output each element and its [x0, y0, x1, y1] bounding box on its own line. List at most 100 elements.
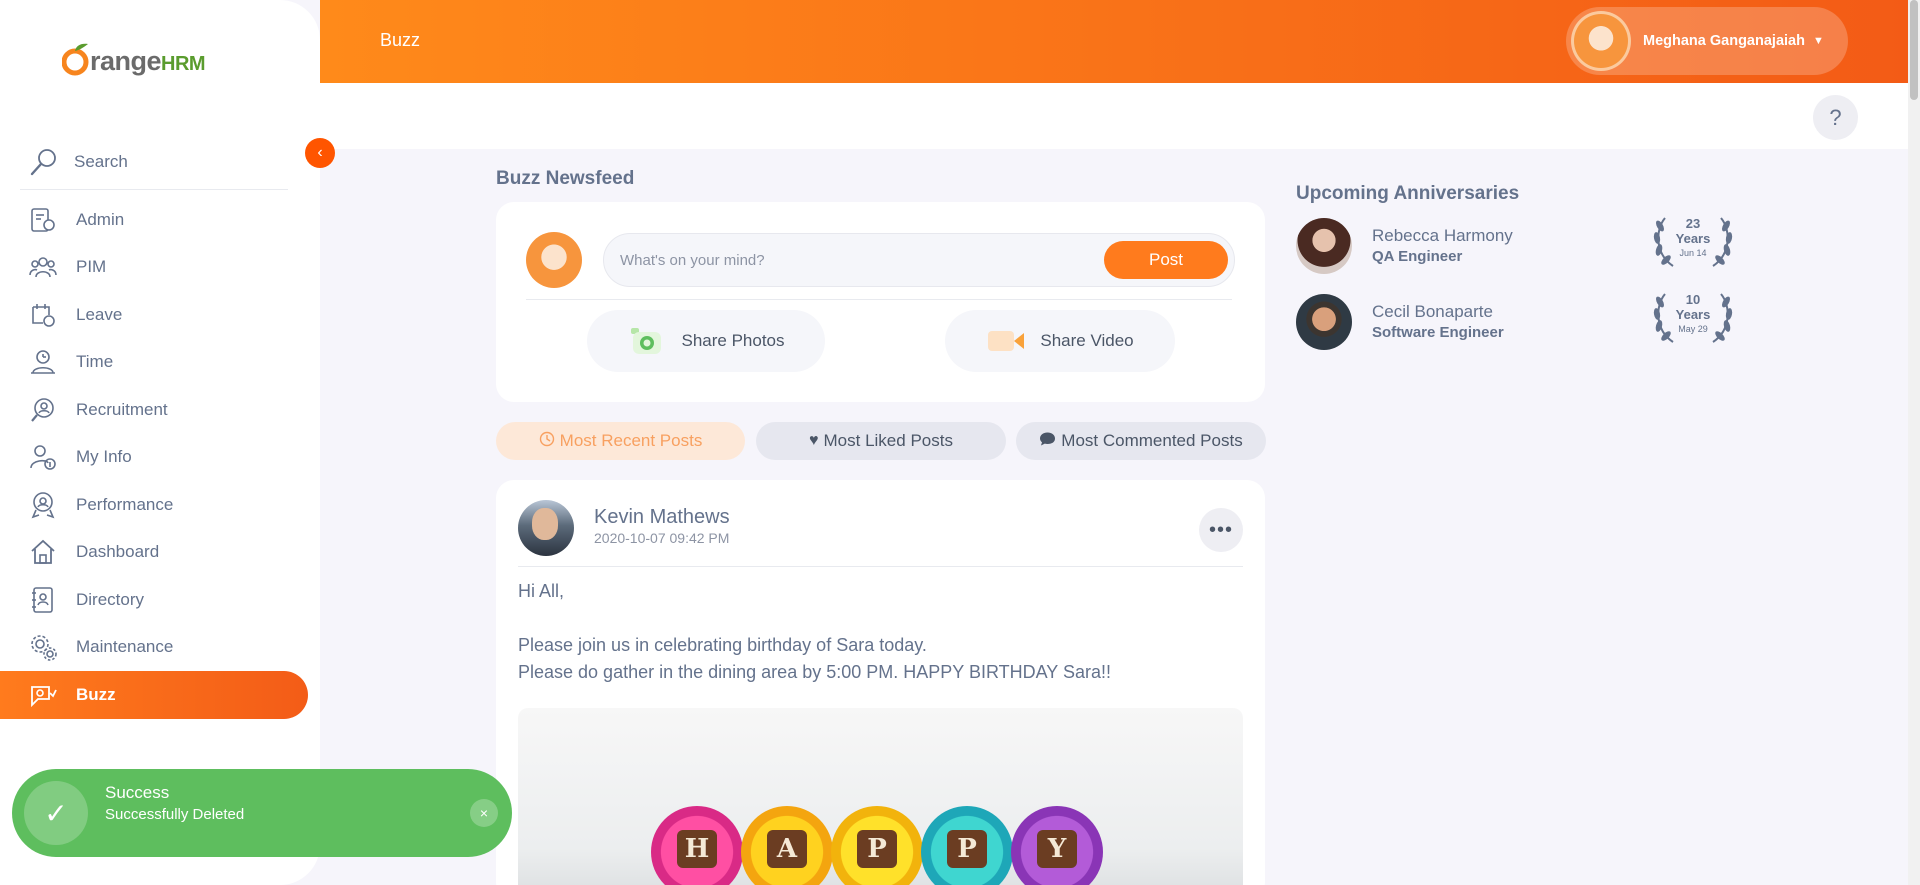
orangehrm-logo[interactable]: rangeHRM	[62, 40, 212, 84]
tab-label: Most Recent Posts	[559, 431, 703, 450]
toast-message: Successfully Deleted	[105, 806, 245, 823]
anniversary-name: Cecil Bonaparte	[1372, 302, 1493, 321]
post-image[interactable]: H A P P Y	[518, 708, 1243, 885]
performance-icon	[28, 490, 58, 520]
sidebar-item-time[interactable]: Time	[0, 339, 320, 387]
sidebar-collapse-button[interactable]: ‹	[305, 138, 335, 168]
sidebar-item-label: Performance	[76, 494, 174, 514]
post-sort-tabs: Most Recent Posts ♥ Most Liked Posts Mos…	[496, 422, 1266, 462]
help-icon: ?	[1829, 104, 1842, 130]
post-line: Please do gather in the dining area by 5…	[518, 662, 1111, 682]
anniversary-job: QA Engineer	[1372, 248, 1463, 265]
anniversary-years-label: Years	[1675, 307, 1711, 322]
post-options-button[interactable]: •••	[1199, 508, 1243, 552]
anniversary-years: 23	[1685, 216, 1701, 231]
tab-most-recent-posts[interactable]: Most Recent Posts	[496, 422, 745, 460]
sidebar-item-dashboard[interactable]: Dashboard	[0, 529, 320, 577]
directory-icon	[28, 585, 58, 615]
page-title: Buzz	[380, 30, 421, 50]
toast-title: Success	[105, 783, 170, 802]
recruitment-icon	[28, 395, 58, 425]
share-photos-label: Share Photos	[681, 331, 785, 350]
cupcake: P	[831, 806, 923, 885]
search-icon	[30, 148, 56, 175]
cupcake: P	[921, 806, 1013, 885]
share-photos-button[interactable]: Share Photos	[587, 310, 825, 372]
anniversary-years-label: Years	[1675, 231, 1711, 246]
sidebar: rangeHRM Search Admin PIM Leave Time Rec…	[0, 0, 320, 885]
sidebar-item-recruitment[interactable]: Recruitment	[0, 386, 320, 434]
sidebar-item-label: PIM	[76, 257, 107, 277]
divider	[526, 299, 1232, 300]
post-input-placeholder: What's on your mind?	[620, 251, 765, 269]
sidebar-item-buzz[interactable]: Buzz	[0, 671, 308, 719]
admin-icon	[28, 205, 58, 235]
newsfeed-title: Buzz Newsfeed	[496, 168, 635, 189]
divider	[518, 566, 1243, 567]
sidebar-item-label: Directory	[76, 589, 145, 609]
sidebar-item-label: Time	[76, 352, 114, 372]
anniversaries-title: Upcoming Anniversaries	[1296, 183, 1520, 204]
cupcake: Y	[1011, 806, 1103, 885]
sidebar-search-label: Search	[74, 151, 128, 171]
cupcake: A	[741, 806, 833, 885]
sidebar-item-pim[interactable]: PIM	[0, 244, 320, 292]
sidebar-item-leave[interactable]: Leave	[0, 291, 320, 339]
share-video-button[interactable]: Share Video	[945, 310, 1175, 372]
avatar	[1296, 218, 1352, 274]
cupcake: H	[651, 806, 743, 885]
scrollbar-thumb[interactable]	[1910, 0, 1918, 100]
post-body: Hi All, Please join us in celebrating bi…	[518, 578, 1243, 686]
my-info-icon	[28, 442, 58, 472]
comment-icon	[1039, 431, 1056, 452]
cupcake-letter: Y	[1037, 830, 1077, 868]
anniversary-name: Rebecca Harmony	[1372, 226, 1513, 245]
check-icon: ✓	[24, 781, 88, 845]
buzz-icon	[28, 680, 58, 710]
page-scrollbar[interactable]	[1908, 0, 1920, 885]
more-icon: •••	[1208, 518, 1233, 541]
logo-hrm-text: HRM	[161, 53, 206, 75]
cupcake-letter: P	[947, 830, 987, 868]
post-timestamp: 2020-10-07 09:42 PM	[594, 530, 730, 546]
post-input[interactable]: What's on your mind? Post	[603, 233, 1235, 287]
help-button[interactable]: ?	[1813, 95, 1858, 140]
cupcake-letter: P	[857, 830, 897, 868]
sidebar-item-directory[interactable]: Directory	[0, 576, 320, 624]
tab-most-liked-posts[interactable]: ♥ Most Liked Posts	[756, 422, 1006, 460]
sidebar-item-label: Leave	[76, 304, 123, 324]
anniversary-job: Software Engineer	[1372, 324, 1504, 341]
avatar	[1296, 294, 1352, 350]
main-menu: Admin PIM Leave Time Recruitment My Info…	[0, 196, 320, 719]
anniversary-item: Cecil Bonaparte Software Engineer 10 Yea…	[1296, 293, 1746, 354]
sidebar-item-admin[interactable]: Admin	[0, 196, 320, 244]
sidebar-item-my-info[interactable]: My Info	[0, 434, 320, 482]
post-button[interactable]: Post	[1104, 241, 1228, 279]
toast-close-button[interactable]: ×	[470, 799, 498, 827]
sidebar-item-performance[interactable]: Performance	[0, 481, 320, 529]
gear-icon	[28, 632, 58, 662]
cupcake-letter: H	[677, 830, 717, 868]
heart-icon: ♥	[809, 432, 819, 449]
tab-most-commented-posts[interactable]: Most Commented Posts	[1016, 422, 1266, 460]
post-line: Hi All,	[518, 581, 565, 601]
time-icon	[28, 347, 58, 377]
anniversary-item: Rebecca Harmony QA Engineer 23 Years Jun…	[1296, 217, 1746, 278]
avatar	[1571, 11, 1631, 71]
user-dropdown[interactable]: Meghana Ganganajaiah ▼	[1566, 7, 1848, 75]
laurel-icon: 23 Years Jun 14	[1651, 214, 1735, 270]
pim-icon	[28, 252, 58, 282]
post-author[interactable]: Kevin Mathews	[594, 506, 730, 529]
top-header: Buzz Meghana Ganganajaiah ▼	[320, 0, 1908, 83]
sidebar-item-label: Buzz	[76, 684, 116, 704]
close-icon: ×	[479, 805, 489, 821]
avatar	[518, 500, 574, 556]
success-toast: ✓ Success Successfully Deleted ×	[12, 769, 512, 857]
post-composer: What's on your mind? Post Share Photos S…	[496, 202, 1265, 402]
sidebar-item-maintenance[interactable]: Maintenance	[0, 624, 320, 672]
sidebar-item-label: Admin	[76, 209, 125, 229]
sidebar-search[interactable]: Search	[20, 134, 288, 190]
camera-icon	[627, 326, 667, 356]
logo-text: range	[90, 46, 162, 76]
sidebar-item-label: Recruitment	[76, 399, 168, 419]
